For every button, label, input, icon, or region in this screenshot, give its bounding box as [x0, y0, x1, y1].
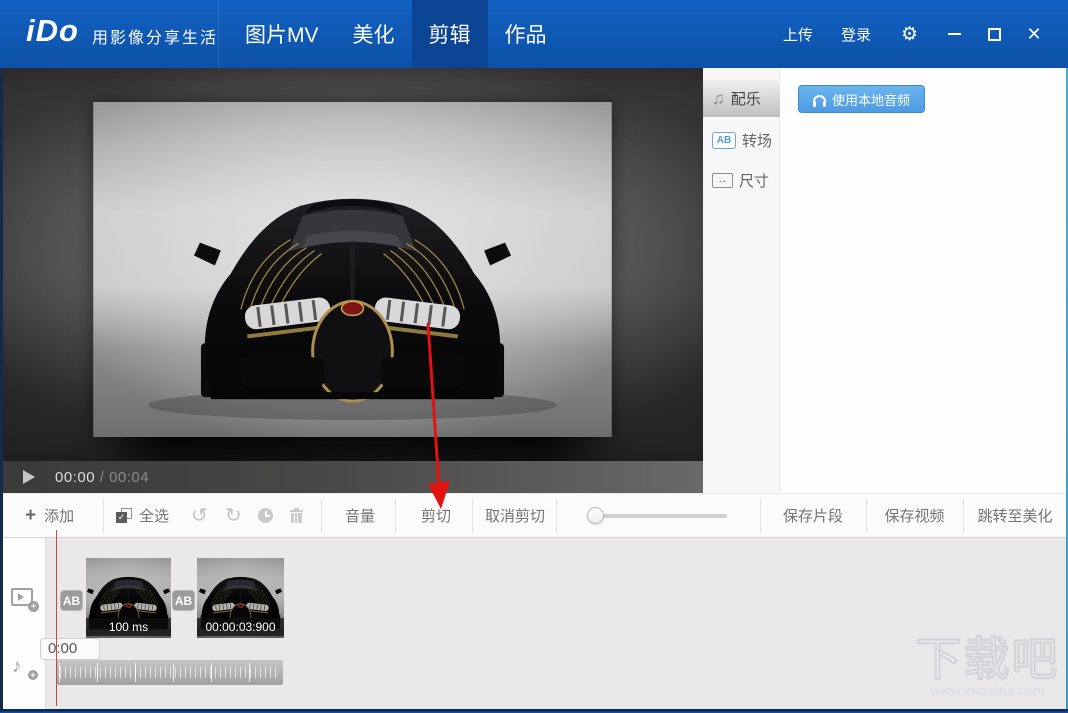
timeline-ruler-start: 0:00	[40, 638, 100, 660]
duration-button[interactable]	[258, 494, 273, 537]
save-clip-button[interactable]: 保存片段	[761, 494, 865, 537]
clip-duration-label: 100 ms	[86, 618, 171, 636]
select-all-button[interactable]: ✓ 全选	[116, 494, 169, 537]
header-actions: 上传 登录 ⚙ ✕	[769, 0, 1054, 68]
sidebar-tab-label: 转场	[742, 132, 773, 150]
site-watermark: 下载吧 www.xiazaiba.com	[915, 632, 1060, 698]
window-border	[0, 68, 3, 713]
playhead[interactable]	[56, 530, 57, 706]
toolbar-divider	[395, 498, 396, 533]
add-audio-track-icon[interactable]: ♪ +	[12, 656, 38, 680]
minimize-icon	[947, 33, 961, 35]
play-icon[interactable]	[23, 470, 35, 484]
dimensions-icon: ↔	[712, 172, 733, 188]
sidebar-tab-dimensions[interactable]: ↔ 尺寸	[703, 166, 780, 194]
watermark-title: 下载吧	[915, 632, 1060, 685]
toolbar-divider	[103, 498, 104, 533]
sidebar-tab-music[interactable]: ♫ 配乐	[703, 80, 780, 117]
cut-button[interactable]: 剪切	[403, 494, 469, 537]
redo-icon: ↻	[225, 504, 242, 527]
maximize-icon	[987, 27, 1001, 41]
app-logo: iDo	[26, 13, 79, 48]
save-video-button[interactable]: 保存视频	[867, 494, 962, 537]
video-preview-area	[3, 68, 703, 461]
zoom-slider-knob[interactable]	[587, 507, 604, 524]
select-all-label: 全选	[139, 508, 170, 525]
app-tagline: 用影像分享生活	[92, 30, 219, 47]
window-border	[0, 709, 1068, 713]
nav-tab-works[interactable]: 作品	[488, 0, 564, 68]
transition-badge[interactable]: AB	[60, 590, 83, 611]
maximize-button[interactable]	[974, 14, 1014, 54]
app-window: iDo 用影像分享生活 图片MV 美化 剪辑 作品 上传 登录 ⚙ ✕ 00:0…	[0, 0, 1068, 713]
use-local-audio-label: 使用本地音频	[831, 92, 910, 108]
volume-button[interactable]: 音量	[329, 494, 391, 537]
goto-beautify-button[interactable]: 跳转至美化	[964, 494, 1066, 537]
cancel-cut-button[interactable]: 取消剪切	[477, 494, 553, 537]
headphone-icon	[812, 94, 826, 107]
time-separator: /	[95, 468, 110, 486]
transition-badge[interactable]: AB	[172, 590, 195, 611]
clock-icon	[258, 508, 273, 523]
sidebar-tab-label: 尺寸	[739, 172, 770, 190]
ab-transition-icon: AB	[712, 131, 736, 149]
clip-duration-label: 00:00:03:900	[197, 618, 284, 636]
add-button[interactable]: + 添加	[25, 494, 74, 537]
upload-button[interactable]: 上传	[769, 24, 827, 45]
time-display: 00:00 / 00:04	[55, 469, 149, 486]
timeline-clip-1[interactable]: 100 ms	[86, 558, 171, 638]
time-current: 00:00	[55, 468, 96, 486]
watermark-url: www.xiazaiba.com	[930, 683, 1045, 699]
toolbar-divider	[321, 498, 322, 533]
close-button[interactable]: ✕	[1014, 14, 1054, 54]
nav-tab-edit[interactable]: 剪辑	[411, 0, 488, 68]
audio-track-waveform[interactable]	[57, 660, 283, 685]
right-sidebar: ♫ 配乐 AB 转场 ↔ 尺寸	[703, 68, 780, 493]
use-local-audio-button[interactable]: 使用本地音频	[798, 85, 925, 113]
title-bar: iDo 用影像分享生活 图片MV 美化 剪辑 作品 上传 登录 ⚙ ✕	[0, 0, 1068, 68]
select-all-checkbox-icon: ✓	[116, 508, 132, 523]
add-video-track-icon[interactable]: +	[11, 588, 39, 612]
settings-gear-icon[interactable]: ⚙	[885, 25, 934, 44]
music-note-icon: ♫	[712, 88, 725, 108]
nav-tab-photo-mv[interactable]: 图片MV	[228, 0, 336, 68]
sidebar-tab-transition[interactable]: AB 转场	[703, 126, 780, 154]
time-total: 00:04	[109, 468, 150, 486]
login-button[interactable]: 登录	[827, 24, 885, 45]
main-nav: 图片MV 美化 剪辑 作品	[228, 0, 564, 68]
delete-button[interactable]	[290, 494, 303, 537]
redo-button[interactable]: ↻	[225, 494, 242, 537]
playback-bar: 00:00 / 00:04	[3, 461, 703, 493]
video-frame	[91, 100, 614, 439]
trash-icon	[290, 508, 303, 523]
undo-button[interactable]: ↺	[191, 494, 208, 537]
header-divider	[218, 0, 219, 68]
sidebar-tab-label: 配乐	[730, 91, 761, 108]
undo-icon: ↺	[191, 504, 208, 527]
zoom-slider-track[interactable]	[587, 514, 727, 518]
plus-icon: +	[25, 505, 37, 526]
timeline-clip-2[interactable]: 00:00:03:900	[197, 558, 284, 638]
edit-toolbar: + 添加 ✓ 全选 ↺ ↻ 音量 剪切 取消剪切 保存片段 保存视频 跳转至美化	[3, 493, 1066, 538]
waveform-ticks	[60, 667, 280, 678]
toolbar-divider	[556, 498, 557, 533]
timeline-area: + ♪ + AB 100 ms AB 00:00:03:900 0:00	[3, 538, 1066, 709]
toolbar-divider	[472, 498, 473, 533]
minimize-button[interactable]	[934, 14, 974, 54]
music-panel: 使用本地音频	[780, 68, 1066, 493]
nav-tab-beautify[interactable]: 美化	[336, 0, 412, 68]
add-label: 添加	[44, 508, 75, 525]
music-note-icon: ♪	[12, 656, 22, 677]
track-header-column: + ♪ +	[3, 538, 46, 709]
